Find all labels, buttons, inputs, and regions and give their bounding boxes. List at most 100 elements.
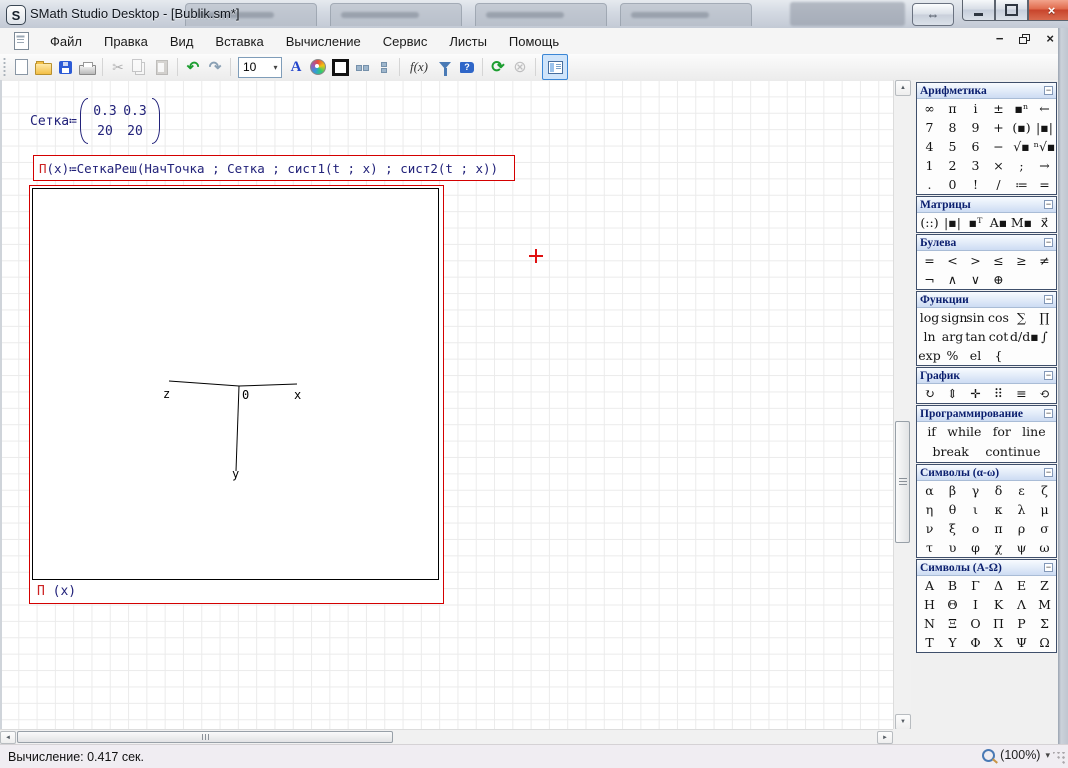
palette-button[interactable]: 0 [941,175,964,194]
scroll-up-button[interactable]: ▲ [895,80,911,96]
palette-button[interactable]: ⟲ [1033,384,1056,403]
stop-button[interactable]: ⊗ [509,56,531,78]
palette-button[interactable]: cot [987,327,1010,346]
palette-button[interactable]: . [918,175,941,194]
palette-button[interactable]: ⁿ√▪ [1033,137,1056,156]
palette-button[interactable]: (▪) [1010,118,1033,137]
toolbar-grip[interactable] [2,58,7,76]
palette-button[interactable]: % [941,346,964,365]
horizontal-separator-button[interactable] [351,56,373,78]
palette-button[interactable]: 2 [941,156,964,175]
palette-button[interactable]: Ο [964,614,987,633]
palette-button[interactable]: θ [941,500,964,519]
palette-button[interactable]: ! [964,175,987,194]
palette-button[interactable]: ∧ [941,270,964,289]
palette-button[interactable]: √▪ [1010,137,1033,156]
font-size-combobox[interactable]: 10 ▾ [238,57,282,78]
palette-button[interactable]: κ [987,500,1010,519]
palette-button[interactable]: M▪ [1010,213,1033,232]
panel-header[interactable]: Матрицы− [917,197,1056,213]
scroll-right-button[interactable]: ► [877,731,893,744]
palette-button[interactable]: d/d▪ [1010,327,1033,346]
palette-button[interactable]: i [964,99,987,118]
palette-button[interactable]: ψ [1010,538,1033,557]
redo-button[interactable]: ↷ [204,56,226,78]
palette-button[interactable]: ζ [1033,481,1056,500]
menu-item-3[interactable]: Вид [159,30,205,53]
palette-button[interactable]: ≔ [1010,175,1033,194]
palette-button[interactable]: ι [964,500,987,519]
menu-item-4[interactable]: Вставка [204,30,274,53]
palette-button[interactable]: while [945,422,983,442]
palette-button[interactable]: Τ [918,633,941,652]
cut-button[interactable]: ✂ [107,56,129,78]
palette-button[interactable]: Η [918,595,941,614]
palette-button[interactable]: → [1033,156,1056,175]
palette-button[interactable]: Β [941,576,964,595]
background-color-button[interactable] [307,56,329,78]
palette-button[interactable]: ⇕ [941,384,964,403]
close-button[interactable]: × [1028,0,1068,21]
palette-button[interactable]: τ [918,538,941,557]
border-button[interactable] [329,56,351,78]
palette-button[interactable]: log [918,308,941,327]
palette-button[interactable]: 5 [941,137,964,156]
palette-button[interactable]: 8 [941,118,964,137]
worksheet-canvas[interactable]: Сетка≔ 0.3 0.3 20 20 НачТочка≔stack(1 ; … [0,80,893,729]
paste-button[interactable] [151,56,173,78]
vertical-separator-button[interactable] [373,56,395,78]
palette-button[interactable]: Α [918,576,941,595]
vertical-scrollbar-thumb[interactable] [895,421,910,543]
palette-button[interactable]: ∞ [918,99,941,118]
palette-button[interactable]: |▪| [941,213,964,232]
palette-button[interactable]: Μ [1033,595,1056,614]
palette-button[interactable]: ⊕ [987,270,1010,289]
collapse-icon[interactable]: − [1044,409,1053,418]
mdi-restore-button[interactable] [1019,34,1030,44]
palette-button[interactable]: 6 [964,137,987,156]
palette-button[interactable]: − [987,137,1010,156]
panel-header[interactable]: Символы (α-ω)− [917,465,1056,481]
palette-button[interactable]: > [964,251,987,270]
palette-button[interactable]: λ [1010,500,1033,519]
palette-button[interactable]: for [991,422,1013,442]
palette-button[interactable]: = [918,251,941,270]
palette-button[interactable]: Κ [987,595,1010,614]
resize-grip[interactable] [1053,752,1066,765]
palette-button[interactable]: = [1033,175,1056,194]
zoom-dropdown-icon[interactable]: ▾ [1045,750,1050,761]
font-color-button[interactable]: A [285,56,307,78]
palette-button[interactable]: Π [987,614,1010,633]
palette-button[interactable]: Ι [964,595,987,614]
palette-button[interactable]: χ [987,538,1010,557]
panel-header[interactable]: Программирование− [917,406,1056,422]
palette-button[interactable]: Ξ [941,614,964,633]
collapse-icon[interactable]: − [1044,371,1053,380]
insert-function-button[interactable]: f(x) [404,56,434,78]
recalculate-button[interactable]: ⟳ [487,56,509,78]
palette-button[interactable]: Υ [941,633,964,652]
palette-button[interactable]: × [987,156,1010,175]
scroll-down-button[interactable]: ▼ [895,714,911,730]
palette-button[interactable]: μ [1033,500,1056,519]
palette-button[interactable]: ν [918,519,941,538]
palette-button[interactable]: el [964,346,987,365]
palette-button[interactable]: ≤ [987,251,1010,270]
palette-button[interactable]: Ε [1010,576,1033,595]
print-button[interactable] [76,56,98,78]
palette-button[interactable]: ≥ [1010,251,1033,270]
palette-button[interactable]: ⠿ [987,384,1010,403]
palette-button[interactable]: tan [964,327,987,346]
palette-button[interactable]: σ [1033,519,1056,538]
palette-button[interactable]: 7 [918,118,941,137]
palette-button[interactable]: ± [987,99,1010,118]
panel-header[interactable]: Символы (А-Ω)− [917,560,1056,576]
palette-button[interactable]: ∫ [1033,327,1056,346]
palette-button[interactable]: π [941,99,964,118]
palette-button[interactable]: exp [918,346,941,365]
scroll-left-button[interactable]: ◄ [0,731,16,744]
palette-button[interactable]: |▪| [1033,118,1056,137]
palette-button[interactable]: line [1020,422,1047,442]
palette-button[interactable]: ▪ᵀ [964,213,987,232]
palette-button[interactable]: ¬ [918,270,941,289]
